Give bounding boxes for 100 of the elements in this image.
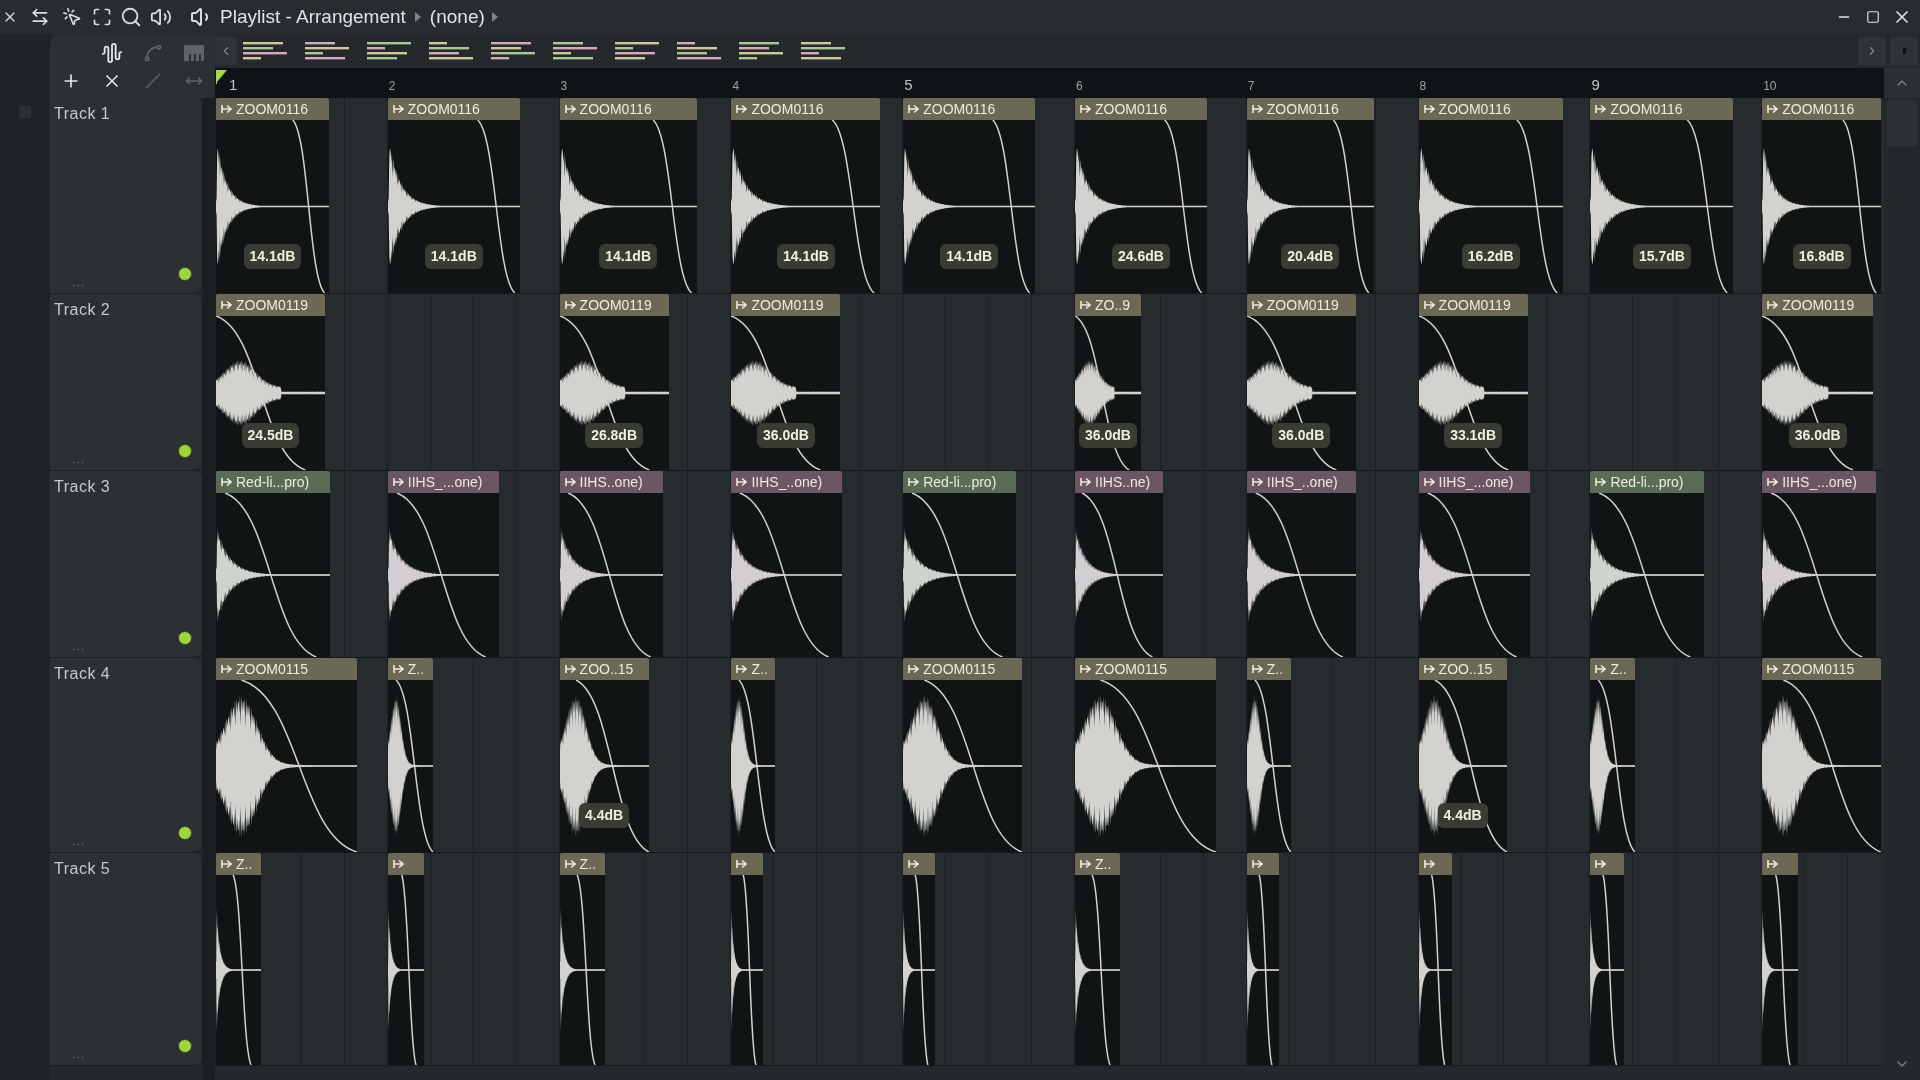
clip-header[interactable]: ZOOM0116	[387, 98, 520, 120]
speaker-icon[interactable]	[150, 6, 172, 28]
clip-header[interactable]: ZOOM0115	[1075, 658, 1216, 680]
clip-header[interactable]: ZOOM0116	[731, 98, 881, 120]
grip-icon[interactable]	[72, 648, 84, 651]
clip-header[interactable]: ZOO..15	[559, 658, 649, 680]
clip-header[interactable]: Red-li...pro)	[903, 471, 1017, 493]
clip-header[interactable]: Z..	[387, 658, 433, 680]
pattern-preview-icon[interactable]	[677, 41, 721, 61]
pattern-preview-icon[interactable]	[491, 41, 535, 61]
clip-header[interactable]: ZOOM0116	[216, 98, 329, 120]
clip-arrow-icon	[1080, 477, 1091, 487]
fullscreen-icon[interactable]	[92, 7, 112, 27]
clip-header[interactable]: ZOOM0119	[1418, 294, 1528, 316]
clip-header[interactable]: Z..	[1075, 853, 1120, 875]
clip-arrow-icon	[1251, 300, 1263, 310]
gain-label: 26.8dB	[585, 423, 644, 449]
track-header[interactable]: Track 2	[50, 294, 202, 471]
clip-header[interactable]: ZOOM0115	[1762, 658, 1882, 680]
clip-header[interactable]: Z..	[559, 853, 605, 875]
clip-header[interactable]	[1418, 853, 1452, 875]
maximize-icon[interactable]	[1866, 10, 1880, 24]
track-header[interactable]: Track 4	[50, 658, 202, 853]
pattern-preview-icon[interactable]	[801, 41, 845, 61]
track-led[interactable]	[178, 444, 192, 458]
clip-header[interactable]: IIHS_..one)	[731, 471, 843, 493]
clip-header[interactable]: ZOO..15	[1418, 658, 1507, 680]
pattern-preview-icon[interactable]	[243, 41, 287, 61]
pattern-preview-icon[interactable]	[305, 41, 349, 61]
pattern-preview-icon[interactable]	[367, 41, 411, 61]
grip-icon[interactable]	[72, 1056, 84, 1059]
clip-header[interactable]: ZOOM0116	[1246, 98, 1374, 120]
clip-header[interactable]	[1762, 853, 1799, 875]
pattern-preview-icon[interactable]	[429, 41, 473, 61]
track-led[interactable]	[178, 267, 192, 281]
clip-arrow-icon	[564, 664, 576, 674]
clip-header[interactable]: ZOOM0116	[559, 98, 697, 120]
gain-label: 4.4dB	[579, 802, 630, 828]
clip-header[interactable]: ZOOM0115	[903, 658, 1023, 680]
window-title: Playlist - Arrangement	[220, 4, 406, 29]
clip-header[interactable]: ZOOM0119	[1762, 294, 1874, 316]
grip-icon[interactable]	[72, 284, 84, 287]
clip-arrow-icon	[221, 104, 232, 114]
clip-header[interactable]: IIHS_..one)	[1246, 471, 1356, 493]
track-header[interactable]: Track 1	[50, 98, 202, 294]
gain-label: 36.0dB	[1788, 423, 1847, 449]
clip-header[interactable]	[903, 853, 936, 875]
clip-header[interactable]: ZOOM0119	[731, 294, 841, 316]
track-led[interactable]	[178, 1039, 192, 1053]
clip-arrow-icon	[564, 300, 576, 310]
clip-arrow-icon	[1423, 104, 1435, 114]
caret-icon[interactable]	[490, 11, 499, 23]
clip-header[interactable]: Z..	[1246, 658, 1291, 680]
grip-icon[interactable]	[72, 461, 84, 464]
pattern-preview-icon[interactable]	[615, 41, 659, 61]
caret-icon[interactable]	[413, 11, 422, 23]
bar-number: 2	[388, 78, 396, 95]
pattern-preview-icon[interactable]	[739, 41, 783, 61]
clip-arrow-icon	[221, 859, 232, 869]
pattern-selector[interactable]: (none)	[429, 2, 485, 32]
clip-header[interactable]	[1246, 853, 1279, 875]
clip-header[interactable]	[731, 853, 764, 875]
clip-header[interactable]: ZOOM0115	[216, 658, 357, 680]
pointer-icon[interactable]	[62, 7, 82, 27]
clip-header[interactable]: ZO..9	[1075, 294, 1141, 316]
clip-header[interactable]: IIHS_...one)	[1418, 471, 1530, 493]
clip-header[interactable]: Z..	[216, 853, 261, 875]
clip-header[interactable]: ZOOM0116	[1762, 98, 1882, 120]
clip-header[interactable]: Z..	[731, 658, 776, 680]
clip-header[interactable]	[387, 853, 424, 875]
track-led[interactable]	[178, 631, 192, 645]
clip-arrow-icon	[1767, 859, 1779, 869]
clip-header[interactable]: Red-li...pro)	[1590, 471, 1705, 493]
clip-arrow-icon	[1251, 859, 1263, 869]
track-led[interactable]	[178, 826, 192, 840]
arrows-icon[interactable]	[30, 7, 50, 27]
grip-icon[interactable]	[72, 843, 84, 846]
clip-header[interactable]: Red-li...pro)	[216, 471, 330, 493]
clip-header[interactable]: ZOOM0116	[1075, 98, 1207, 120]
clip-header[interactable]: ZOOM0116	[1418, 98, 1563, 120]
search-icon[interactable]	[120, 6, 142, 28]
clip-header[interactable]: ZOOM0119	[1246, 294, 1356, 316]
clip-header[interactable]: ZOOM0119	[216, 294, 325, 316]
pattern-preview-icon[interactable]	[553, 41, 597, 61]
track-header[interactable]: Track 5	[50, 853, 202, 1066]
clip-arrow-icon	[1595, 664, 1607, 674]
clip-header[interactable]	[1590, 853, 1625, 875]
clip-header[interactable]: IIHS..ne)	[1075, 471, 1163, 493]
clip-arrow-icon	[1767, 664, 1779, 674]
clip-header[interactable]: ZOOM0116	[1590, 98, 1734, 120]
timeline-ruler[interactable]: 1 2 3 4 5 6 7 8 9 10	[215, 68, 1884, 98]
waveform-icon[interactable]	[100, 41, 123, 64]
clip-header[interactable]: IIHS..one)	[559, 471, 663, 493]
clip-header[interactable]: IIHS_...one)	[1762, 471, 1877, 493]
clip-header[interactable]: Z..	[1590, 658, 1636, 680]
clip-header[interactable]: ZOOM0116	[903, 98, 1036, 120]
clip-arrow-icon	[908, 664, 920, 674]
clip-header[interactable]: IIHS_...one)	[387, 471, 499, 493]
track-header[interactable]: Track 3	[50, 471, 202, 658]
clip-header[interactable]: ZOOM0119	[559, 294, 669, 316]
